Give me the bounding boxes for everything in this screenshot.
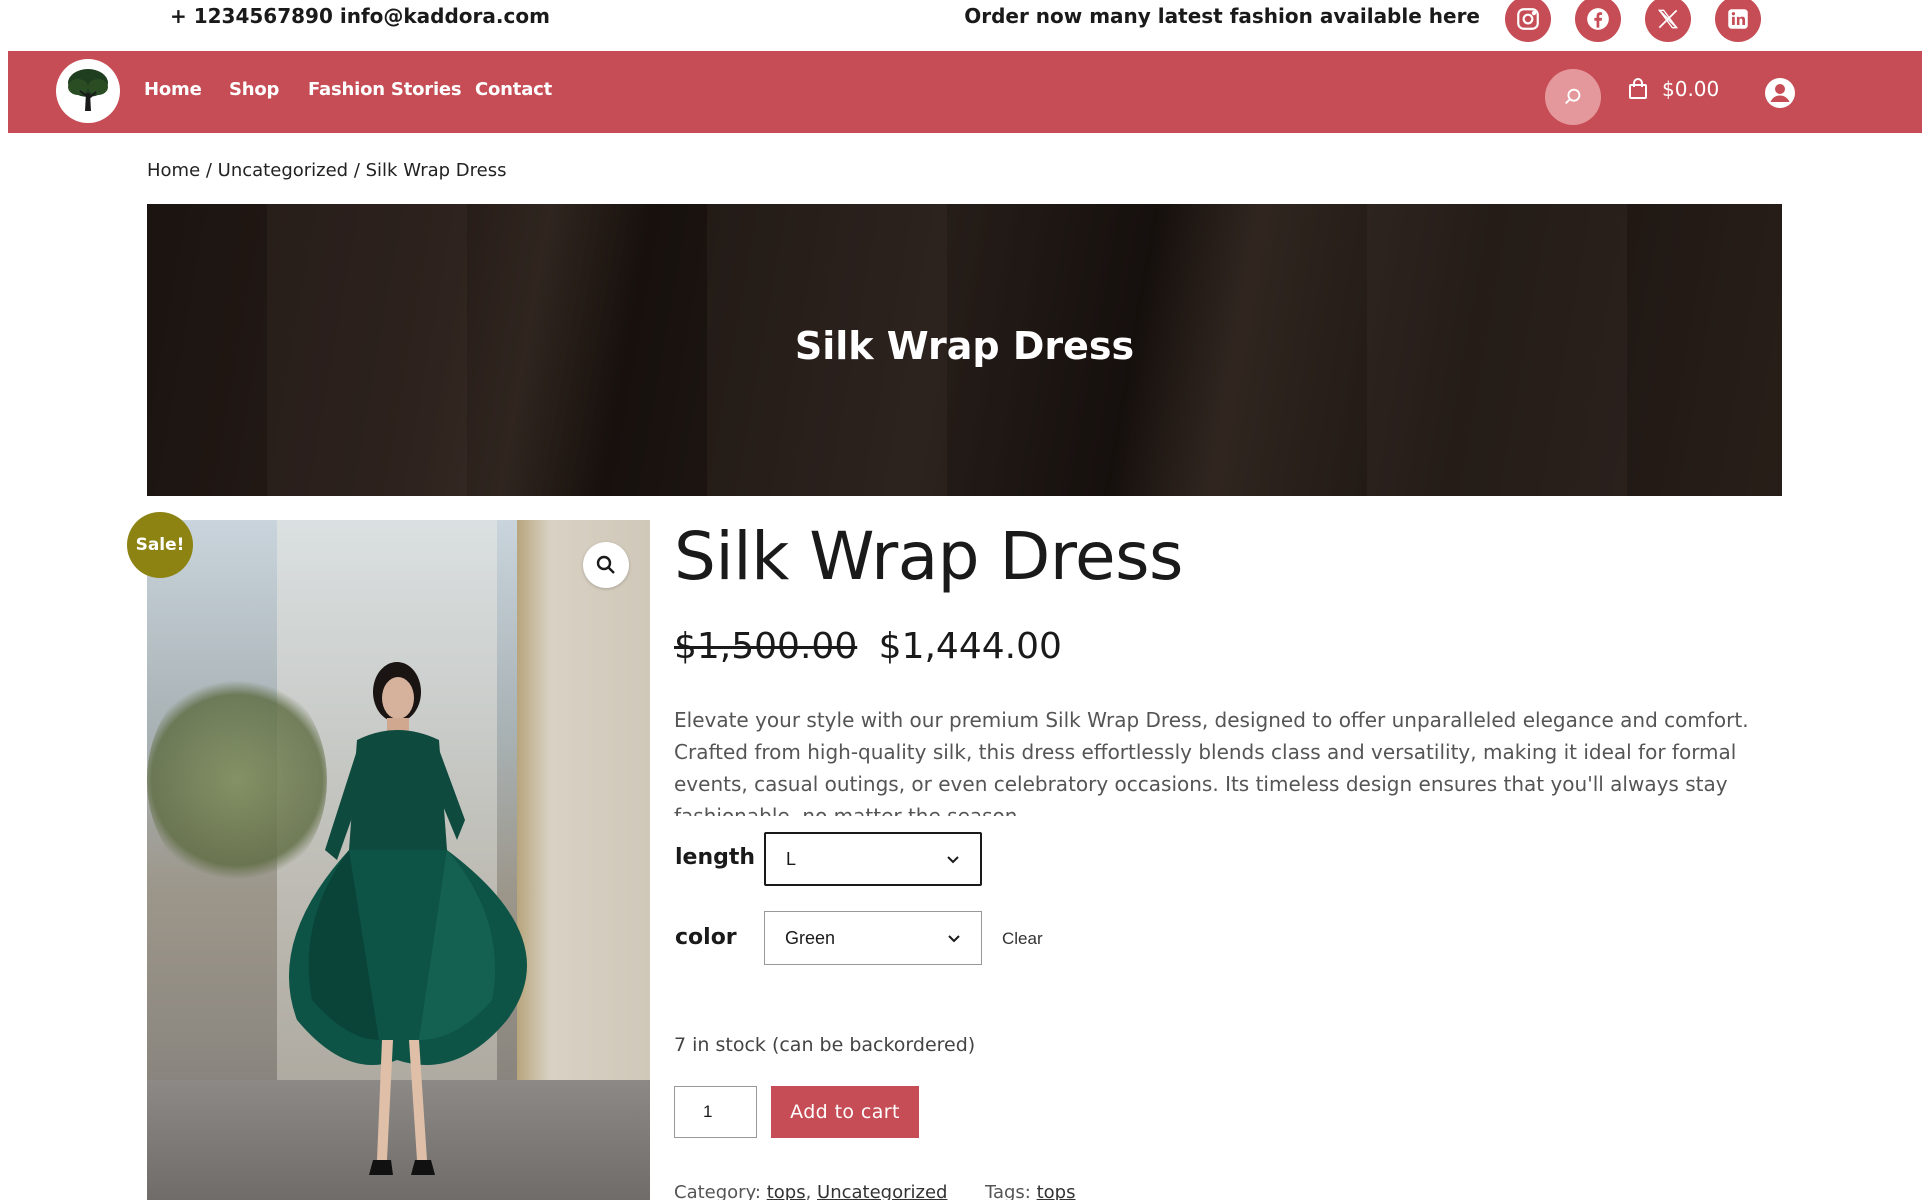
- hero-banner: Silk Wrap Dress: [147, 204, 1782, 496]
- search-icon: [1565, 88, 1581, 105]
- cart-total: $0.00: [1662, 77, 1720, 101]
- x-link[interactable]: [1645, 0, 1691, 42]
- sale-price: $1,444.00: [878, 626, 1062, 667]
- magnifier-icon: [596, 555, 615, 574]
- product-image[interactable]: [147, 520, 650, 1200]
- breadcrumb-home[interactable]: Home: [147, 160, 200, 181]
- linkedin-icon: [1728, 9, 1748, 29]
- breadcrumb-separator: /: [348, 160, 366, 181]
- tree-logo-icon: [68, 69, 108, 111]
- length-selected-value: L: [786, 848, 797, 869]
- product-title: Silk Wrap Dress: [674, 518, 1183, 595]
- hero-title: Silk Wrap Dress: [794, 324, 1135, 368]
- nav-contact[interactable]: Contact: [475, 79, 552, 100]
- x-icon: [1658, 9, 1678, 29]
- nav-fashion-stories[interactable]: Fashion Stories: [308, 79, 462, 100]
- sale-badge: Sale!: [127, 512, 193, 578]
- nav-shop[interactable]: Shop: [229, 79, 279, 100]
- breadcrumb-current: Silk Wrap Dress: [365, 160, 507, 181]
- search-button[interactable]: [1545, 69, 1601, 125]
- cart-button[interactable]: $0.00: [1628, 77, 1719, 101]
- color-label: color: [675, 925, 737, 950]
- chevron-down-icon: [947, 856, 959, 864]
- product-description: Elevate your style with our premium Silk…: [674, 708, 1749, 816]
- product-price: $1,500.00 $1,444.00: [674, 626, 1062, 667]
- top-bar: + 1234567890 info@kaddora.com Order now …: [0, 0, 1930, 51]
- add-to-cart-button[interactable]: Add to cart: [771, 1086, 919, 1138]
- tag-link-tops[interactable]: tops: [1037, 1182, 1076, 1200]
- breadcrumb: Home / Uncategorized / Silk Wrap Dress: [147, 160, 506, 181]
- promo-text: Order now many latest fashion available …: [964, 4, 1480, 28]
- chevron-down-icon: [948, 935, 960, 943]
- instagram-icon: [1517, 8, 1539, 30]
- quantity-input[interactable]: 1: [674, 1086, 757, 1138]
- category-link-uncategorized[interactable]: Uncategorized: [817, 1182, 947, 1200]
- zoom-image-button[interactable]: [583, 542, 629, 588]
- product-meta: Category: tops, Uncategorized Tags: tops: [674, 1182, 1075, 1200]
- clear-variations-link[interactable]: Clear: [1002, 929, 1043, 949]
- model-in-green-dress: [288, 662, 527, 1175]
- facebook-icon: [1587, 8, 1609, 30]
- main-navigation: Home Shop Fashion Stories Contact $0.00: [8, 51, 1922, 133]
- account-button[interactable]: [1764, 77, 1796, 109]
- category-separator: ,: [805, 1182, 818, 1200]
- instagram-link[interactable]: [1505, 0, 1551, 42]
- linkedin-link[interactable]: [1715, 0, 1761, 42]
- site-logo[interactable]: [56, 59, 120, 123]
- stock-status: 7 in stock (can be backordered): [674, 1034, 976, 1056]
- user-account-icon: [1765, 78, 1795, 108]
- tags-label: Tags:: [984, 1182, 1037, 1200]
- length-label: length: [675, 845, 756, 870]
- nav-home[interactable]: Home: [144, 79, 202, 100]
- contact-info: + 1234567890 info@kaddora.com: [170, 4, 550, 28]
- category-link-tops[interactable]: tops: [767, 1182, 806, 1200]
- color-selected-value: Green: [785, 927, 836, 948]
- breadcrumb-separator: /: [200, 160, 218, 181]
- color-select[interactable]: Green: [764, 911, 982, 965]
- facebook-link[interactable]: [1575, 0, 1621, 42]
- shopping-bag-icon: [1629, 78, 1647, 99]
- breadcrumb-category[interactable]: Uncategorized: [218, 160, 348, 181]
- category-label: Category:: [674, 1182, 767, 1200]
- original-price: $1,500.00: [674, 626, 858, 667]
- length-select[interactable]: L: [764, 832, 982, 886]
